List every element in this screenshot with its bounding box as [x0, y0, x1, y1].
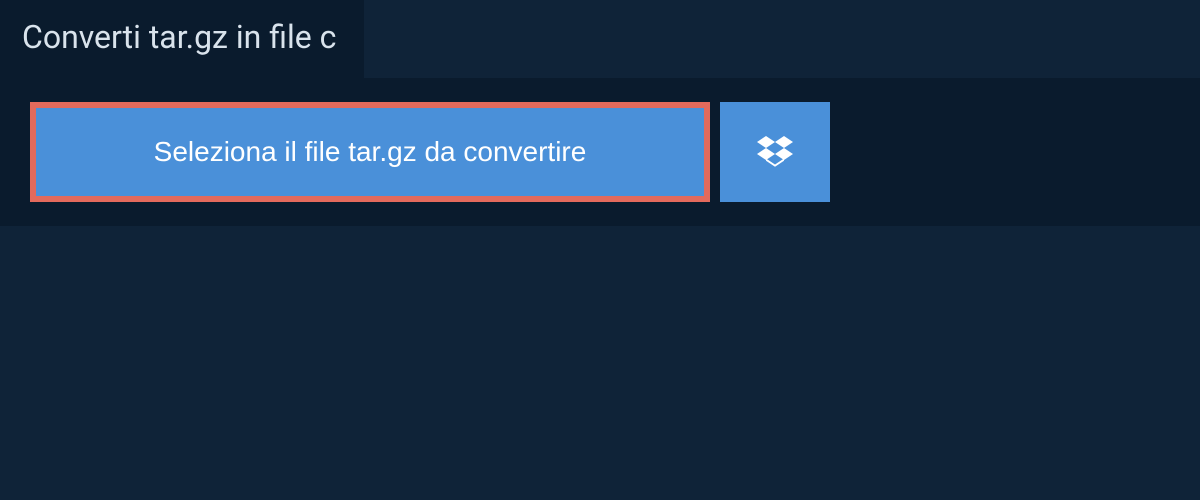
page-title: Converti tar.gz in file c — [22, 18, 336, 56]
dropbox-button[interactable] — [720, 102, 830, 202]
upload-panel: Seleziona il file tar.gz da convertire — [0, 78, 1200, 226]
select-file-button[interactable]: Seleziona il file tar.gz da convertire — [30, 102, 710, 202]
dropbox-icon — [757, 133, 793, 172]
page-title-tab: Converti tar.gz in file c — [0, 0, 364, 78]
select-file-label: Seleziona il file tar.gz da convertire — [154, 136, 587, 168]
